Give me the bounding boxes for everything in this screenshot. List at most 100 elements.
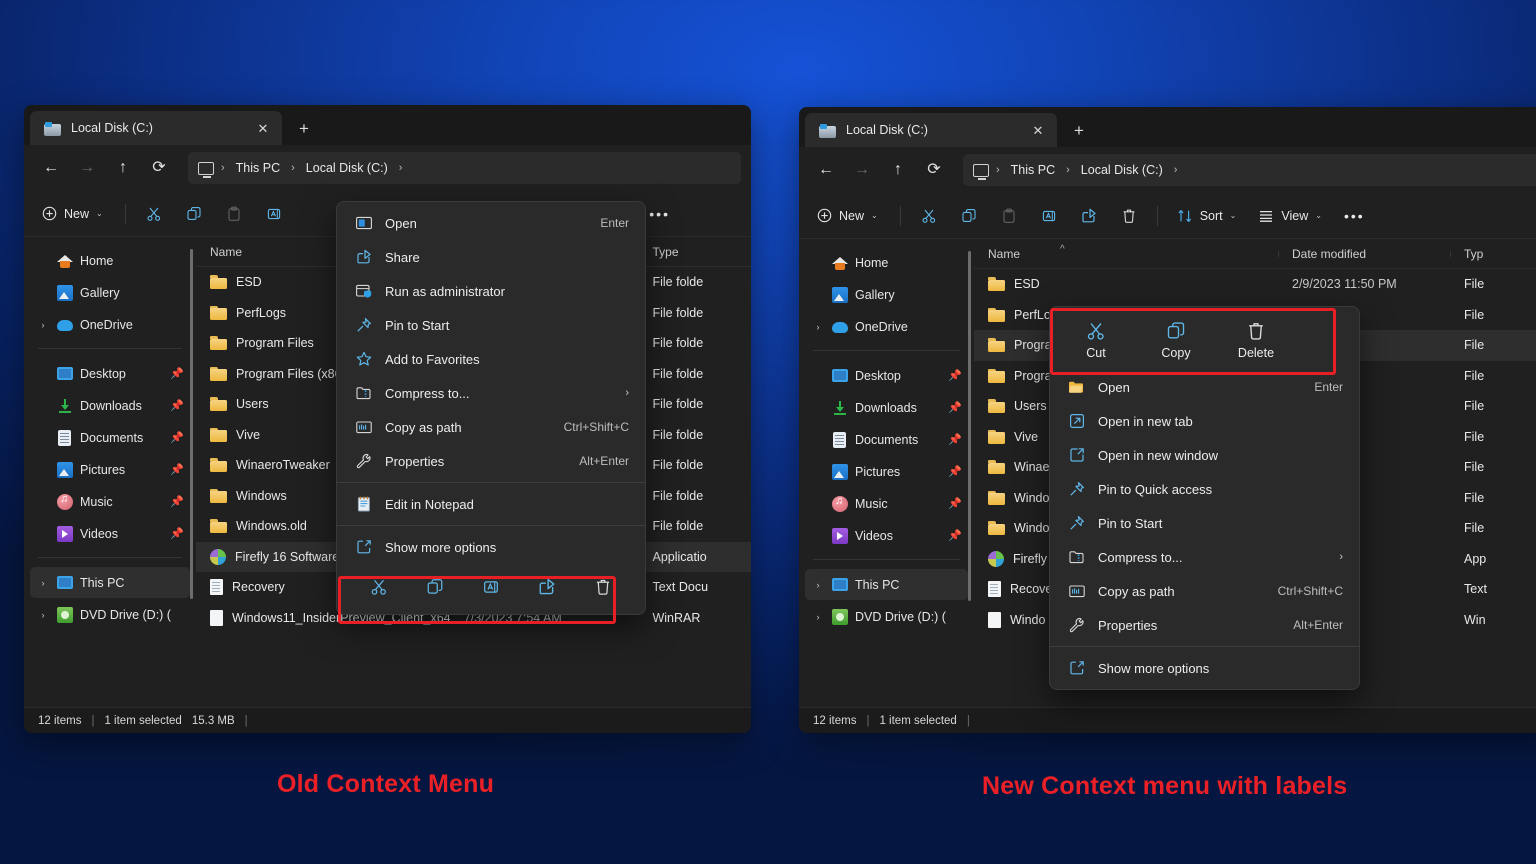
cut-button[interactable] [911,200,947,232]
delete-button[interactable]: Delete [1224,317,1288,362]
sidebar-item-dvd-drive[interactable]: › DVD Drive (D:) ( [805,601,968,632]
context-item-copy-as-path[interactable]: Copy as path Ctrl+Shift+C [341,410,641,444]
sidebar-item-desktop[interactable]: › Desktop 📌 [30,358,190,389]
context-item-show-more-options[interactable]: Show more options [1054,651,1355,685]
tab-local-disk-c[interactable]: Local Disk (C:) ✕ [30,111,282,145]
new-tab-button[interactable]: + [1065,116,1093,144]
sidebar-scrollbar[interactable] [190,249,193,599]
delete-button[interactable] [1111,200,1147,232]
breadcrumb-item-local-disk[interactable]: Local Disk (C:) [300,161,394,175]
context-item-pin-to-quick-access[interactable]: Pin to Quick access [1054,472,1355,506]
delete-button[interactable] [583,570,623,604]
sidebar-item-downloads[interactable]: › Downloads 📌 [805,392,968,423]
context-item-properties[interactable]: Properties Alt+Enter [341,444,641,478]
forward-button[interactable]: → [845,154,879,186]
sidebar-item-documents[interactable]: › Documents 📌 [30,422,190,453]
context-item-share[interactable]: Share [341,240,641,274]
up-button[interactable]: ↑ [106,152,140,184]
breadcrumb-item-local-disk[interactable]: Local Disk (C:) [1075,163,1169,177]
context-item-open-in-new-window[interactable]: Open in new window [1054,438,1355,472]
sidebar-item-pictures[interactable]: › Pictures 📌 [805,456,968,487]
context-item-add-to-favorites[interactable]: Add to Favorites [341,342,641,376]
sidebar-scrollbar[interactable] [968,251,971,601]
rename-button[interactable] [1031,200,1067,232]
expander-icon[interactable]: › [811,612,825,622]
statusbar-right: 12 items | 1 item selected | [799,707,1536,733]
context-item-copy-as-path[interactable]: Copy as path Ctrl+Shift+C [1054,574,1355,608]
column-header-date[interactable]: Date modified [1278,247,1450,261]
forward-button[interactable]: → [70,152,104,184]
sidebar-item-label: Home [855,255,889,270]
sidebar-item-downloads[interactable]: › Downloads 📌 [30,390,190,421]
close-icon[interactable]: ✕ [252,117,274,139]
context-item-edit-in-notepad[interactable]: Edit in Notepad [341,487,641,521]
expander-icon[interactable]: › [36,610,50,620]
sidebar-item-gallery[interactable]: › Gallery [30,277,190,308]
copy-button[interactable] [951,200,987,232]
column-header-type[interactable]: Typ [1450,247,1536,261]
breadcrumb[interactable]: › This PC › Local Disk (C:) › [963,154,1536,186]
new-tab-button[interactable]: + [290,114,318,142]
sidebar-item-pictures[interactable]: › Pictures 📌 [30,454,190,485]
paste-button[interactable] [216,198,252,230]
context-item-open[interactable]: Open Enter [1054,370,1355,404]
copy-button[interactable]: Copy [1144,317,1208,362]
breadcrumb-item-this-pc[interactable]: This PC [230,161,286,175]
table-row[interactable]: ESD 2/9/2023 11:50 PM File [974,269,1536,300]
cut-button[interactable] [359,570,399,604]
expander-icon[interactable]: › [36,578,50,588]
sidebar-item-onedrive[interactable]: › OneDrive [805,311,968,342]
more-commands-button[interactable]: ••• [640,198,679,230]
context-item-compress-to[interactable]: Compress to... › [341,376,641,410]
column-header-name[interactable]: ^ Name [974,244,1278,261]
sidebar-item-this-pc[interactable]: › This PC [30,567,190,598]
rename-button[interactable] [471,570,511,604]
share-button[interactable] [1071,200,1107,232]
close-icon[interactable]: ✕ [1027,119,1049,141]
context-item-compress-to[interactable]: Compress to... › [1054,540,1355,574]
context-item-run-as-administrator[interactable]: Run as administrator [341,274,641,308]
sidebar-item-videos[interactable]: › Videos 📌 [30,518,190,549]
sidebar-item-home[interactable]: › Home [805,247,968,278]
refresh-button[interactable]: ⟳ [917,154,951,186]
cut-button[interactable]: Cut [1064,317,1128,362]
up-button[interactable]: ↑ [881,154,915,186]
context-item-properties[interactable]: Properties Alt+Enter [1054,608,1355,642]
breadcrumb[interactable]: › This PC › Local Disk (C:) › [188,152,741,184]
refresh-button[interactable]: ⟳ [142,152,176,184]
expander-icon[interactable]: › [811,580,825,590]
sidebar-item-this-pc[interactable]: › This PC [805,569,968,600]
sidebar-item-documents[interactable]: › Documents 📌 [805,424,968,455]
rename-button[interactable] [256,198,292,230]
column-header-type[interactable]: Type [638,245,751,259]
breadcrumb-item-this-pc[interactable]: This PC [1005,163,1061,177]
context-item-open[interactable]: Open Enter [341,206,641,240]
sidebar-item-videos[interactable]: › Videos 📌 [805,520,968,551]
new-button[interactable]: New ⌄ [34,198,115,230]
context-item-pin-to-start[interactable]: Pin to Start [341,308,641,342]
sidebar-item-desktop[interactable]: › Desktop 📌 [805,360,968,391]
more-commands-button[interactable]: ••• [1335,200,1374,232]
sidebar-item-music[interactable]: › Music 📌 [805,488,968,519]
context-item-pin-to-start[interactable]: Pin to Start [1054,506,1355,540]
sidebar-item-music[interactable]: › Music 📌 [30,486,190,517]
share-button[interactable] [527,570,567,604]
context-item-open-in-new-tab[interactable]: Open in new tab [1054,404,1355,438]
back-button[interactable]: ← [809,154,843,186]
cut-button[interactable] [136,198,172,230]
expander-icon[interactable]: › [811,322,825,332]
sidebar-item-dvd-drive[interactable]: › DVD Drive (D:) ( [30,599,190,630]
copy-button[interactable] [415,570,455,604]
view-button[interactable]: View ⌄ [1249,200,1331,232]
sort-button[interactable]: Sort ⌄ [1168,200,1246,232]
back-button[interactable]: ← [34,152,68,184]
new-button[interactable]: New ⌄ [809,200,890,232]
context-item-show-more-options[interactable]: Show more options [341,530,641,564]
expander-icon[interactable]: › [36,320,50,330]
sidebar-item-home[interactable]: › Home [30,245,190,276]
sidebar-item-onedrive[interactable]: › OneDrive [30,309,190,340]
copy-button[interactable] [176,198,212,230]
paste-button[interactable] [991,200,1027,232]
sidebar-item-gallery[interactable]: › Gallery [805,279,968,310]
tab-local-disk-c[interactable]: Local Disk (C:) ✕ [805,113,1057,147]
